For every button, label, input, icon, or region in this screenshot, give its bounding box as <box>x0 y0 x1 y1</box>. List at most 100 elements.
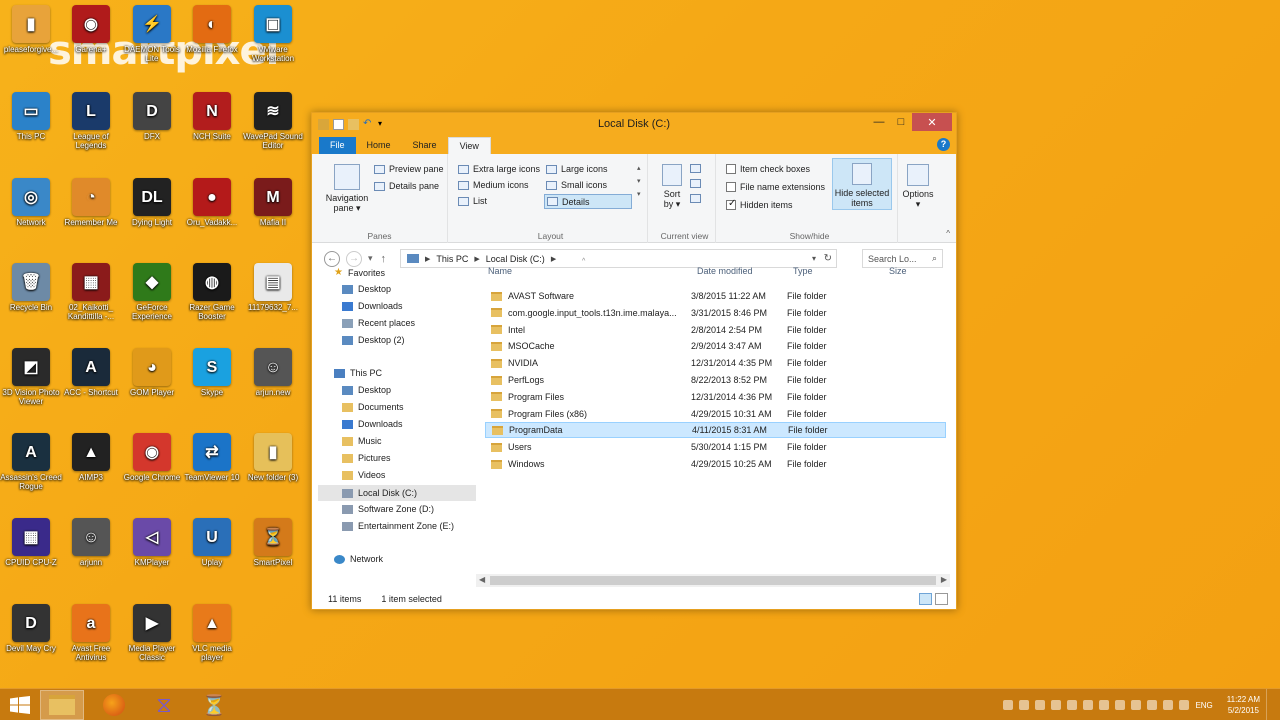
nav-pc-local-disk[interactable]: Local Disk (C:) <box>318 485 476 501</box>
desktop-icon[interactable]: A ACC - Shortcut <box>60 348 122 397</box>
nav-pc-documents[interactable]: Documents <box>342 402 404 412</box>
tray-icon[interactable] <box>1003 700 1014 710</box>
desktop-icon[interactable]: D DFX <box>121 92 183 141</box>
desktop-icon[interactable]: M Mafia II <box>242 178 304 227</box>
desktop-icon[interactable]: ◩ 3D Vision Photo Viewer <box>0 348 62 406</box>
details-pane-button[interactable]: Details pane <box>374 181 439 191</box>
tray-icon[interactable] <box>1115 700 1126 710</box>
nav-favorites[interactable]: ★ Favorites <box>334 267 385 278</box>
layout-details[interactable]: Details <box>544 194 632 209</box>
nav-pc-entertainment-zone[interactable]: Entertainment Zone (E:) <box>342 521 454 531</box>
desktop-icon[interactable]: ◍ Razer Game Booster <box>181 263 243 321</box>
desktop-icon[interactable]: ☺ arjunn <box>60 518 122 567</box>
breadcrumb-chevron-icon[interactable]: ▶ <box>425 255 430 263</box>
new-folder-icon[interactable] <box>348 118 359 130</box>
desktop-icon[interactable]: DL Dying Light <box>121 178 183 227</box>
layout-medium-icons[interactable]: Medium icons <box>458 180 529 190</box>
chevron-up-icon[interactable]: ▴ <box>637 164 641 172</box>
customize-qat-icon[interactable]: ▾ <box>378 119 389 130</box>
tray-icon[interactable] <box>1067 700 1078 710</box>
layout-scroll[interactable]: ▴ ▾ ▾ <box>637 164 641 198</box>
language-indicator[interactable]: ENG <box>1195 701 1212 710</box>
layout-large-icons[interactable]: Large icons <box>546 164 608 174</box>
tray-icon[interactable] <box>1131 700 1142 710</box>
layout-extra-large-icons[interactable]: Extra large icons <box>458 164 540 174</box>
layout-list[interactable]: List <box>458 196 487 206</box>
nav-fav-desktop[interactable]: Desktop <box>342 284 391 294</box>
tab-view[interactable]: View <box>447 137 491 154</box>
tab-home[interactable]: Home <box>356 137 402 154</box>
tray-icon[interactable] <box>1051 700 1062 710</box>
desktop-icon[interactable]: D Devil May Cry <box>0 604 62 653</box>
preview-pane-button[interactable]: Preview pane <box>374 164 444 174</box>
desktop-icon[interactable]: N NCH Suite <box>181 92 243 141</box>
desktop-icon[interactable]: ⇄ TeamViewer 10 <box>181 433 243 482</box>
column-date-modified[interactable]: Date modified <box>697 266 753 276</box>
chevron-down-icon[interactable]: ▾ <box>637 177 641 185</box>
table-row[interactable]: ProgramData 4/11/2015 8:31 AM File folder <box>485 422 946 439</box>
start-button[interactable] <box>10 696 30 714</box>
desktop-icon[interactable]: ◎ Network <box>0 178 62 227</box>
file-name-extensions-checkbox[interactable] <box>726 182 736 192</box>
close-button[interactable]: ✕ <box>912 113 952 131</box>
clock[interactable]: 11:22 AM 5/2/2015 <box>1227 694 1260 716</box>
maximize-button[interactable]: □ <box>890 113 912 131</box>
hide-selected-items-button[interactable]: Hide selected items <box>832 158 892 210</box>
nav-pc-downloads[interactable]: Downloads <box>342 419 403 429</box>
table-row[interactable]: PerfLogs 8/22/2013 8:52 PM File folder <box>485 372 946 388</box>
desktop-icon[interactable]: a Avast Free Antivirus <box>60 604 122 662</box>
size-columns-icon[interactable] <box>690 194 701 203</box>
tray-icon[interactable] <box>1019 700 1030 710</box>
desktop-icon[interactable]: L League of Legends <box>60 92 122 150</box>
desktop-icon[interactable]: ▶ Media Player Classic <box>121 604 183 662</box>
group-by-icon[interactable] <box>690 164 701 173</box>
desktop-icon[interactable]: ◉ Garena+ <box>60 5 122 54</box>
desktop-icon[interactable]: S Skype <box>181 348 243 397</box>
nav-fav-desktop-2[interactable]: Desktop (2) <box>342 335 405 345</box>
show-desktop-button[interactable] <box>1266 689 1272 720</box>
nav-pc-software-zone[interactable]: Software Zone (D:) <box>342 504 434 514</box>
volume-icon[interactable] <box>1163 700 1174 710</box>
sort-by-button[interactable]: Sort by ▾ <box>658 164 686 209</box>
column-name[interactable]: Name <box>488 266 512 276</box>
scroll-thumb[interactable] <box>490 576 936 585</box>
breadcrumb-chevron-icon[interactable]: ▶ <box>474 255 479 263</box>
nav-pc-pictures[interactable]: Pictures <box>342 453 391 463</box>
table-row[interactable]: Users 5/30/2014 1:15 PM File folder <box>485 439 946 455</box>
desktop-icon[interactable]: ◔ Remember Me <box>60 178 122 227</box>
nav-pc-music[interactable]: Music <box>342 436 382 446</box>
horizontal-scrollbar[interactable]: ◀ ▶ <box>476 574 950 587</box>
desktop-icon[interactable]: ▲ VLC media player <box>181 604 243 662</box>
scroll-left-icon[interactable]: ◀ <box>479 575 485 584</box>
options-button[interactable]: Options ▾ <box>900 164 936 209</box>
table-row[interactable]: NVIDIA 12/31/2014 4:35 PM File folder <box>485 355 946 371</box>
table-row[interactable]: com.google.input_tools.t13n.ime.malaya..… <box>485 305 946 321</box>
scroll-right-icon[interactable]: ▶ <box>941 575 947 584</box>
table-row[interactable]: Program Files (x86) 4/29/2015 10:31 AM Fil… <box>485 406 946 422</box>
desktop-icon[interactable]: 🗑 Recycle Bin <box>0 263 62 312</box>
tray-icon[interactable] <box>1083 700 1094 710</box>
file-name-extensions-option[interactable]: File name extensions <box>726 182 825 192</box>
column-type[interactable]: Type <box>793 266 813 276</box>
desktop-icon[interactable]: ▭ This PC <box>0 92 62 141</box>
column-size[interactable]: Size <box>889 266 907 276</box>
desktop-icon[interactable]: ● Oru_Vadakk... <box>181 178 243 227</box>
undo-icon[interactable]: ↶ <box>363 118 374 130</box>
item-check-boxes-option[interactable]: Item check boxes <box>726 164 810 174</box>
network-status-icon[interactable] <box>1179 700 1190 710</box>
desktop-icon[interactable]: ▤ 11179632_7... <box>242 263 304 312</box>
desktop-icon[interactable]: ◆ GeForce Experience <box>121 263 183 321</box>
tray-icon[interactable] <box>1035 700 1046 710</box>
breadcrumb-this-pc[interactable]: This PC <box>436 254 468 264</box>
desktop-icon[interactable]: A Assassin's Creed Rogue <box>0 433 62 491</box>
table-row[interactable]: AVAST Software 3/8/2015 11:22 AM File fold… <box>485 288 946 304</box>
properties-icon[interactable] <box>333 118 344 130</box>
nav-fav-downloads[interactable]: Downloads <box>342 301 403 311</box>
desktop-icon[interactable]: ◐ Mozilla Firefox <box>181 5 243 54</box>
taskbar-firefox[interactable] <box>92 690 136 720</box>
nav-pc-desktop[interactable]: Desktop <box>342 385 391 395</box>
nav-network[interactable]: Network <box>334 554 383 564</box>
item-check-boxes-checkbox[interactable] <box>726 164 736 174</box>
nav-this-pc[interactable]: This PC <box>334 368 382 378</box>
table-row[interactable]: Windows 4/29/2015 10:25 AM File folder <box>485 456 946 472</box>
